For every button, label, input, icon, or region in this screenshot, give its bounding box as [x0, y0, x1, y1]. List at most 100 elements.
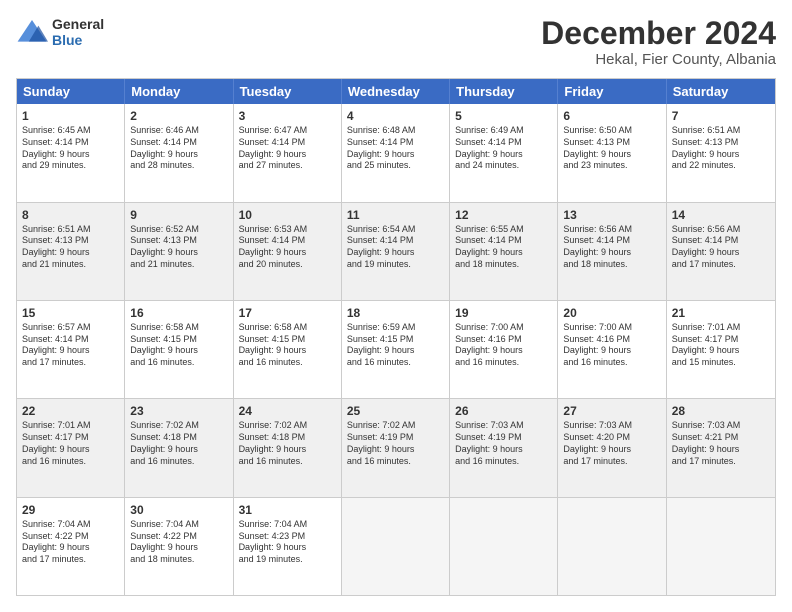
calendar-cell: 20Sunrise: 7:00 AMSunset: 4:16 PMDayligh… — [558, 301, 666, 398]
day-number: 7 — [672, 108, 770, 124]
cell-info: Sunrise: 7:04 AMSunset: 4:23 PMDaylight:… — [239, 519, 336, 566]
day-number: 1 — [22, 108, 119, 124]
day-number: 23 — [130, 403, 227, 419]
logo-blue: Blue — [52, 32, 104, 48]
calendar-cell: 18Sunrise: 6:59 AMSunset: 4:15 PMDayligh… — [342, 301, 450, 398]
calendar-cell: 13Sunrise: 6:56 AMSunset: 4:14 PMDayligh… — [558, 203, 666, 300]
calendar-cell: 6Sunrise: 6:50 AMSunset: 4:13 PMDaylight… — [558, 104, 666, 201]
day-number: 28 — [672, 403, 770, 419]
calendar-row: 8Sunrise: 6:51 AMSunset: 4:13 PMDaylight… — [17, 202, 775, 300]
day-number: 18 — [347, 305, 444, 321]
calendar-cell: 24Sunrise: 7:02 AMSunset: 4:18 PMDayligh… — [234, 399, 342, 496]
day-number: 17 — [239, 305, 336, 321]
day-number: 8 — [22, 207, 119, 223]
calendar-cell: 17Sunrise: 6:58 AMSunset: 4:15 PMDayligh… — [234, 301, 342, 398]
day-number: 12 — [455, 207, 552, 223]
day-number: 14 — [672, 207, 770, 223]
header-day-thursday: Thursday — [450, 79, 558, 104]
day-number: 6 — [563, 108, 660, 124]
day-number: 15 — [22, 305, 119, 321]
header-day-wednesday: Wednesday — [342, 79, 450, 104]
logo-general: General — [52, 16, 104, 32]
calendar-body: 1Sunrise: 6:45 AMSunset: 4:14 PMDaylight… — [17, 104, 775, 595]
cell-info: Sunrise: 6:49 AMSunset: 4:14 PMDaylight:… — [455, 125, 552, 172]
calendar-header: SundayMondayTuesdayWednesdayThursdayFrid… — [17, 79, 775, 104]
day-number: 11 — [347, 207, 444, 223]
day-number: 26 — [455, 403, 552, 419]
day-number: 27 — [563, 403, 660, 419]
cell-info: Sunrise: 6:51 AMSunset: 4:13 PMDaylight:… — [22, 224, 119, 271]
cell-info: Sunrise: 7:03 AMSunset: 4:19 PMDaylight:… — [455, 420, 552, 467]
cell-info: Sunrise: 6:54 AMSunset: 4:14 PMDaylight:… — [347, 224, 444, 271]
header-day-tuesday: Tuesday — [234, 79, 342, 104]
calendar-cell: 15Sunrise: 6:57 AMSunset: 4:14 PMDayligh… — [17, 301, 125, 398]
cell-info: Sunrise: 6:57 AMSunset: 4:14 PMDaylight:… — [22, 322, 119, 369]
cell-info: Sunrise: 6:53 AMSunset: 4:14 PMDaylight:… — [239, 224, 336, 271]
header-day-friday: Friday — [558, 79, 666, 104]
day-number: 5 — [455, 108, 552, 124]
day-number: 29 — [22, 502, 119, 518]
cell-info: Sunrise: 6:48 AMSunset: 4:14 PMDaylight:… — [347, 125, 444, 172]
calendar-cell: 1Sunrise: 6:45 AMSunset: 4:14 PMDaylight… — [17, 104, 125, 201]
cell-info: Sunrise: 6:58 AMSunset: 4:15 PMDaylight:… — [239, 322, 336, 369]
cell-info: Sunrise: 7:03 AMSunset: 4:20 PMDaylight:… — [563, 420, 660, 467]
day-number: 21 — [672, 305, 770, 321]
calendar-cell: 27Sunrise: 7:03 AMSunset: 4:20 PMDayligh… — [558, 399, 666, 496]
cell-info: Sunrise: 7:01 AMSunset: 4:17 PMDaylight:… — [22, 420, 119, 467]
calendar-cell: 29Sunrise: 7:04 AMSunset: 4:22 PMDayligh… — [17, 498, 125, 595]
header: General Blue December 2024 Hekal, Fier C… — [16, 16, 776, 68]
cell-info: Sunrise: 7:03 AMSunset: 4:21 PMDaylight:… — [672, 420, 770, 467]
calendar-cell: 11Sunrise: 6:54 AMSunset: 4:14 PMDayligh… — [342, 203, 450, 300]
calendar-cell: 21Sunrise: 7:01 AMSunset: 4:17 PMDayligh… — [667, 301, 775, 398]
cell-info: Sunrise: 6:45 AMSunset: 4:14 PMDaylight:… — [22, 125, 119, 172]
calendar-row: 29Sunrise: 7:04 AMSunset: 4:22 PMDayligh… — [17, 497, 775, 595]
day-number: 9 — [130, 207, 227, 223]
header-day-sunday: Sunday — [17, 79, 125, 104]
cell-info: Sunrise: 6:52 AMSunset: 4:13 PMDaylight:… — [130, 224, 227, 271]
calendar-cell — [558, 498, 666, 595]
calendar-cell: 3Sunrise: 6:47 AMSunset: 4:14 PMDaylight… — [234, 104, 342, 201]
calendar-row: 22Sunrise: 7:01 AMSunset: 4:17 PMDayligh… — [17, 398, 775, 496]
calendar-row: 1Sunrise: 6:45 AMSunset: 4:14 PMDaylight… — [17, 104, 775, 201]
cell-info: Sunrise: 6:50 AMSunset: 4:13 PMDaylight:… — [563, 125, 660, 172]
calendar-cell: 28Sunrise: 7:03 AMSunset: 4:21 PMDayligh… — [667, 399, 775, 496]
day-number: 16 — [130, 305, 227, 321]
calendar-cell: 4Sunrise: 6:48 AMSunset: 4:14 PMDaylight… — [342, 104, 450, 201]
day-number: 24 — [239, 403, 336, 419]
day-number: 4 — [347, 108, 444, 124]
calendar-cell — [450, 498, 558, 595]
calendar-cell — [342, 498, 450, 595]
calendar-cell: 19Sunrise: 7:00 AMSunset: 4:16 PMDayligh… — [450, 301, 558, 398]
cell-info: Sunrise: 6:46 AMSunset: 4:14 PMDaylight:… — [130, 125, 227, 172]
title-block: December 2024 Hekal, Fier County, Albani… — [541, 16, 776, 68]
day-number: 19 — [455, 305, 552, 321]
calendar-cell: 22Sunrise: 7:01 AMSunset: 4:17 PMDayligh… — [17, 399, 125, 496]
calendar-row: 15Sunrise: 6:57 AMSunset: 4:14 PMDayligh… — [17, 300, 775, 398]
cell-info: Sunrise: 6:56 AMSunset: 4:14 PMDaylight:… — [672, 224, 770, 271]
page: General Blue December 2024 Hekal, Fier C… — [0, 0, 792, 612]
cell-info: Sunrise: 7:02 AMSunset: 4:18 PMDaylight:… — [130, 420, 227, 467]
calendar-cell: 26Sunrise: 7:03 AMSunset: 4:19 PMDayligh… — [450, 399, 558, 496]
cell-info: Sunrise: 7:04 AMSunset: 4:22 PMDaylight:… — [130, 519, 227, 566]
calendar-cell: 2Sunrise: 6:46 AMSunset: 4:14 PMDaylight… — [125, 104, 233, 201]
day-number: 10 — [239, 207, 336, 223]
calendar-cell: 25Sunrise: 7:02 AMSunset: 4:19 PMDayligh… — [342, 399, 450, 496]
logo-icon — [16, 16, 48, 48]
calendar-cell: 9Sunrise: 6:52 AMSunset: 4:13 PMDaylight… — [125, 203, 233, 300]
cell-info: Sunrise: 6:47 AMSunset: 4:14 PMDaylight:… — [239, 125, 336, 172]
subtitle: Hekal, Fier County, Albania — [541, 51, 776, 68]
day-number: 22 — [22, 403, 119, 419]
calendar-cell: 31Sunrise: 7:04 AMSunset: 4:23 PMDayligh… — [234, 498, 342, 595]
calendar: SundayMondayTuesdayWednesdayThursdayFrid… — [16, 78, 776, 596]
header-day-monday: Monday — [125, 79, 233, 104]
logo: General Blue — [16, 16, 104, 48]
cell-info: Sunrise: 7:04 AMSunset: 4:22 PMDaylight:… — [22, 519, 119, 566]
day-number: 13 — [563, 207, 660, 223]
day-number: 25 — [347, 403, 444, 419]
cell-info: Sunrise: 7:00 AMSunset: 4:16 PMDaylight:… — [563, 322, 660, 369]
calendar-cell: 7Sunrise: 6:51 AMSunset: 4:13 PMDaylight… — [667, 104, 775, 201]
calendar-cell: 12Sunrise: 6:55 AMSunset: 4:14 PMDayligh… — [450, 203, 558, 300]
logo-text: General Blue — [52, 16, 104, 48]
day-number: 31 — [239, 502, 336, 518]
day-number: 30 — [130, 502, 227, 518]
